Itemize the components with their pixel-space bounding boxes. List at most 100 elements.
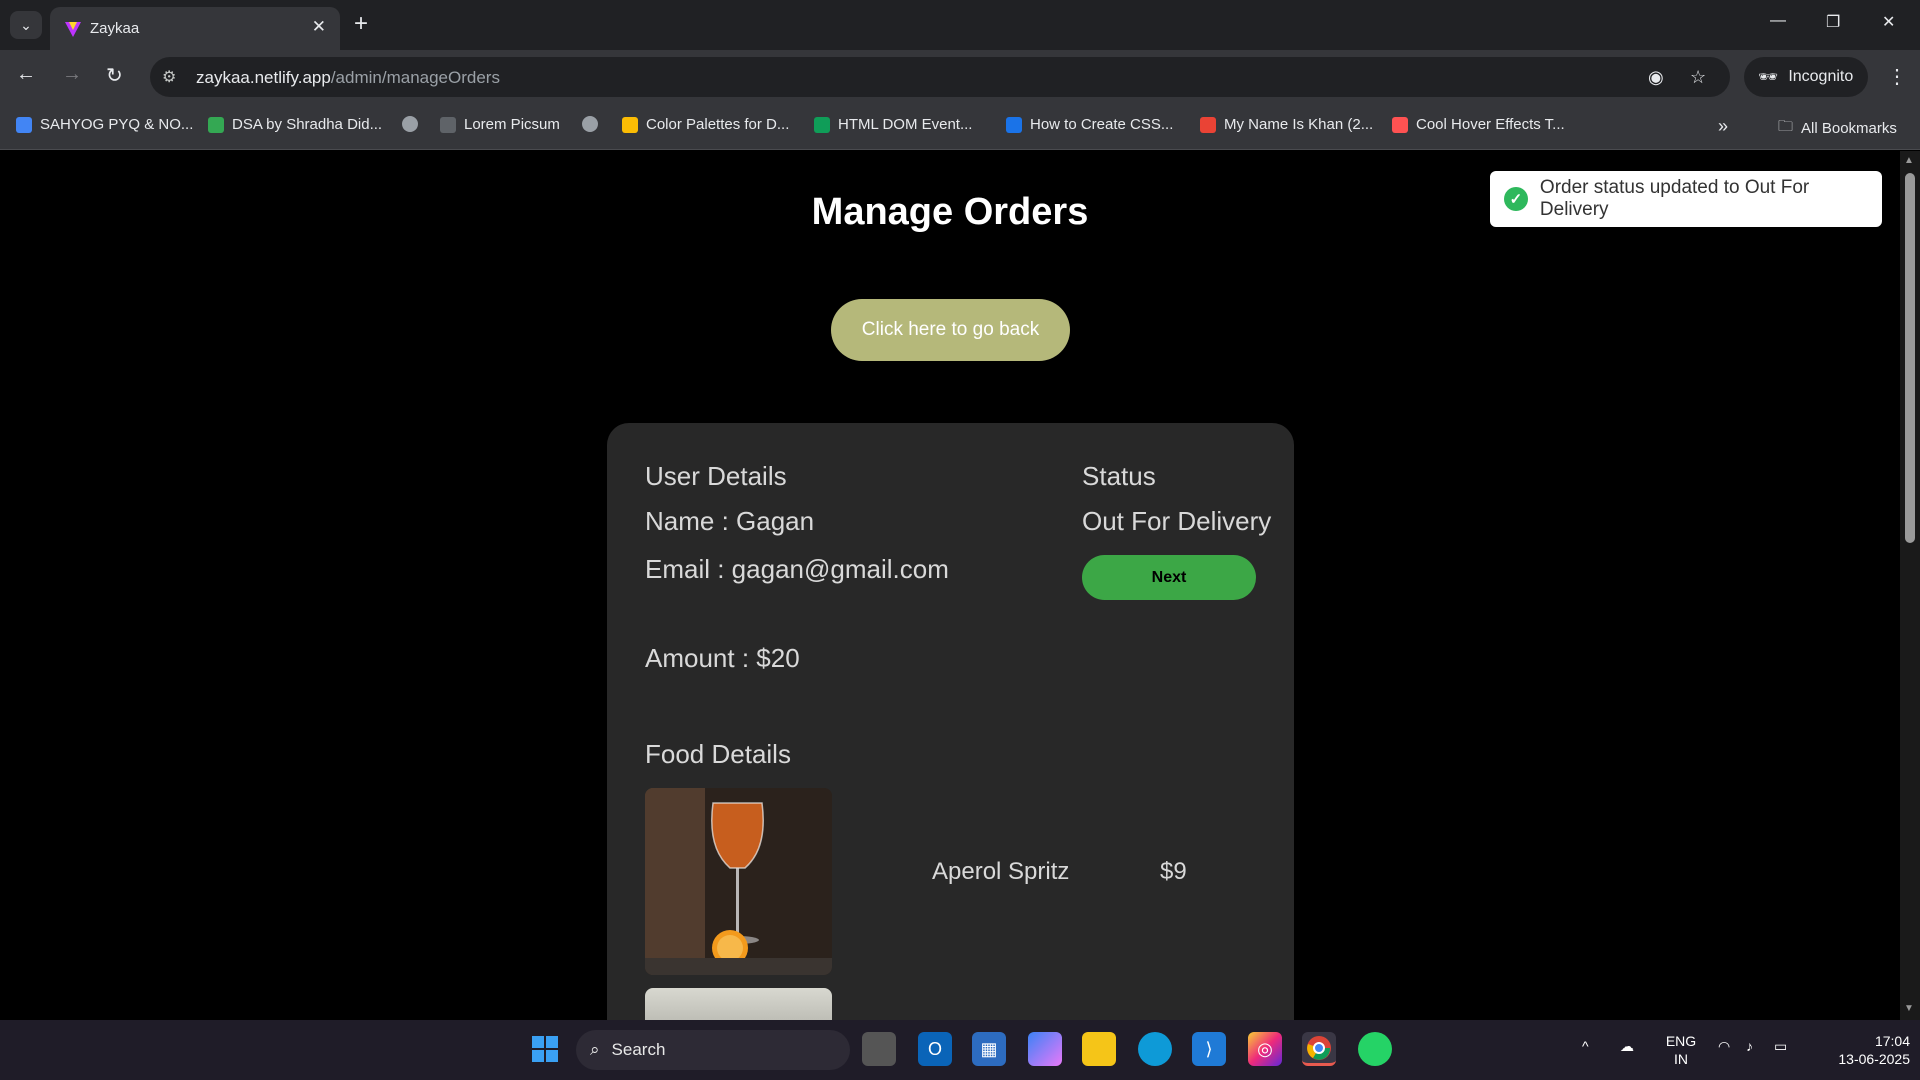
- scrollbar-thumb[interactable]: [1905, 173, 1915, 543]
- food-details-heading: Food Details: [645, 739, 791, 769]
- task-view-icon[interactable]: [862, 1032, 896, 1066]
- status-toast: ✓ Order status updated to Out For Delive…: [1490, 171, 1882, 227]
- sheets-icon: [208, 116, 224, 133]
- search-icon: ⌕: [590, 1040, 600, 1059]
- bookmark-label: HTML DOM Event...: [838, 116, 973, 133]
- clock-date: 13-06-2025: [1838, 1051, 1910, 1067]
- chrome-icon[interactable]: [1302, 1032, 1336, 1066]
- copilot-icon[interactable]: [1028, 1032, 1062, 1066]
- order-card: User Details Name : Gagan Email : gagan@…: [607, 423, 1294, 1020]
- incognito-icon: 🕶: [1758, 69, 1779, 86]
- order-amount: Amount : $20: [645, 643, 800, 673]
- wifi-icon[interactable]: ◠: [1718, 1038, 1730, 1055]
- new-tab-button[interactable]: +: [354, 10, 368, 38]
- battery-icon[interactable]: ▭: [1774, 1038, 1787, 1055]
- bookmark-label: My Name Is Khan (2...: [1224, 116, 1374, 133]
- movie-icon: [1200, 116, 1216, 133]
- eye-slash-icon[interactable]: ◉: [1648, 67, 1664, 88]
- zaykaa-favicon-icon: [65, 22, 81, 37]
- show-hidden-icons-chevron-icon[interactable]: ^: [1582, 1038, 1589, 1054]
- food-image: [645, 788, 832, 975]
- url-text[interactable]: zaykaa.netlify.app/admin/manageOrders: [196, 68, 500, 88]
- bookmark-item[interactable]: [582, 116, 598, 132]
- food-image: [645, 988, 832, 1020]
- whatsapp-icon[interactable]: [1358, 1032, 1392, 1066]
- w3-icon: [814, 116, 830, 133]
- food-item-price: $9: [1160, 858, 1187, 885]
- bookmark-label: Cool Hover Effects T...: [1416, 116, 1565, 133]
- minimize-icon[interactable]: —: [1770, 12, 1786, 30]
- vscode-icon[interactable]: ⟩: [1192, 1032, 1226, 1066]
- close-tab-icon[interactable]: ✕: [312, 17, 326, 37]
- taskbar-search[interactable]: ⌕ Search: [576, 1030, 850, 1070]
- incognito-label: Incognito: [1788, 68, 1854, 85]
- go-back-button[interactable]: Click here to go back: [831, 299, 1070, 361]
- browser-toolbar: ← → ↻ ⚙ zaykaa.netlify.app/admin/manageO…: [0, 50, 1920, 102]
- scroll-down-arrow-icon[interactable]: ▼: [1904, 1003, 1914, 1014]
- bookmark-label: SAHYOG PYQ & NO...: [40, 116, 194, 133]
- at-icon: [1006, 116, 1022, 133]
- drive-icon: [16, 116, 32, 133]
- page-scrollbar[interactable]: ▲ ▼: [1900, 151, 1920, 1020]
- address-bar[interactable]: ⚙ zaykaa.netlify.app/admin/manageOrders …: [150, 57, 1730, 97]
- reload-icon[interactable]: ↻: [106, 63, 123, 88]
- bookmark-item[interactable]: SAHYOG PYQ & NO...: [16, 116, 193, 133]
- volume-icon[interactable]: ♪: [1746, 1038, 1753, 1054]
- tab-search-button[interactable]: ⌄: [10, 11, 42, 39]
- lang-top: ENG: [1665, 1033, 1697, 1049]
- bookmark-item[interactable]: Cool Hover Effects T...: [1392, 116, 1565, 133]
- bookmark-item[interactable]: Lorem Picsum: [440, 116, 560, 133]
- clock-time: 17:04: [1874, 1033, 1910, 1049]
- bookmark-item[interactable]: Color Palettes for D...: [622, 116, 789, 133]
- folder-icon: 🗀: [1778, 118, 1794, 135]
- clock[interactable]: 17:04 13-06-2025: [1810, 1032, 1910, 1068]
- status-value: Out For Delivery: [1082, 506, 1272, 536]
- asterisk-icon: [1392, 116, 1408, 133]
- bookmark-label: Color Palettes for D...: [646, 116, 790, 133]
- bookmark-item[interactable]: DSA by Shradha Did...: [208, 116, 382, 133]
- bookmark-item[interactable]: How to Create CSS...: [1006, 116, 1173, 133]
- status-heading: Status: [1082, 461, 1156, 491]
- onedrive-icon[interactable]: ☁: [1620, 1038, 1634, 1055]
- bookmark-label: How to Create CSS...: [1030, 116, 1174, 133]
- bookmark-item[interactable]: My Name Is Khan (2...: [1200, 116, 1373, 133]
- more-bookmarks-icon[interactable]: »: [1718, 116, 1728, 137]
- menu-kebab-icon[interactable]: ⋮: [1887, 64, 1907, 89]
- language-indicator[interactable]: ENG IN: [1664, 1032, 1698, 1068]
- restore-icon[interactable]: ❐: [1826, 12, 1840, 32]
- success-check-icon: ✓: [1504, 187, 1528, 211]
- browser-tab[interactable]: Zaykaa ✕: [50, 7, 340, 50]
- store-icon[interactable]: ▦: [972, 1032, 1006, 1066]
- site-info-icon[interactable]: ⚙: [162, 67, 176, 87]
- bookmark-item[interactable]: [402, 116, 418, 132]
- incognito-badge[interactable]: 🕶 Incognito: [1744, 57, 1868, 97]
- scroll-up-arrow-icon[interactable]: ▲: [1904, 155, 1914, 166]
- all-bookmarks-button[interactable]: 🗀 All Bookmarks: [1778, 116, 1897, 141]
- page-viewport: Manage Orders Click here to go back User…: [0, 151, 1900, 1020]
- file-explorer-icon[interactable]: [1082, 1032, 1116, 1066]
- user-email: Email : gagan@gmail.com: [645, 554, 949, 584]
- next-status-button[interactable]: Next: [1082, 555, 1256, 600]
- close-window-icon[interactable]: ✕: [1882, 12, 1895, 32]
- forward-arrow-icon[interactable]: →: [62, 63, 82, 86]
- toast-message: Order status updated to Out For Delivery: [1539, 177, 1810, 220]
- globe-icon: [402, 116, 418, 132]
- user-details-heading: User Details: [645, 461, 787, 491]
- outlook-icon[interactable]: O: [918, 1032, 952, 1066]
- bookmark-star-icon[interactable]: ☆: [1690, 67, 1706, 88]
- instagram-icon[interactable]: ◎: [1248, 1032, 1282, 1066]
- windows-start-icon[interactable]: [528, 1032, 562, 1066]
- bookmark-label: Lorem Picsum: [464, 116, 560, 133]
- search-label: Search: [611, 1040, 666, 1059]
- browser-tab-bar: ⌄ Zaykaa ✕ + — ❐ ✕: [0, 0, 1920, 50]
- tab-title: Zaykaa: [90, 20, 140, 37]
- globe-icon: [582, 116, 598, 132]
- all-bookmarks-label: All Bookmarks: [1801, 120, 1897, 137]
- edge-icon[interactable]: [1138, 1032, 1172, 1066]
- bookmark-item[interactable]: HTML DOM Event...: [814, 116, 972, 133]
- picsum-icon: [440, 116, 456, 133]
- back-arrow-icon[interactable]: ←: [16, 63, 36, 86]
- user-name: Name : Gagan: [645, 506, 815, 536]
- bookmark-label: DSA by Shradha Did...: [232, 116, 383, 133]
- palette-icon: [622, 116, 638, 133]
